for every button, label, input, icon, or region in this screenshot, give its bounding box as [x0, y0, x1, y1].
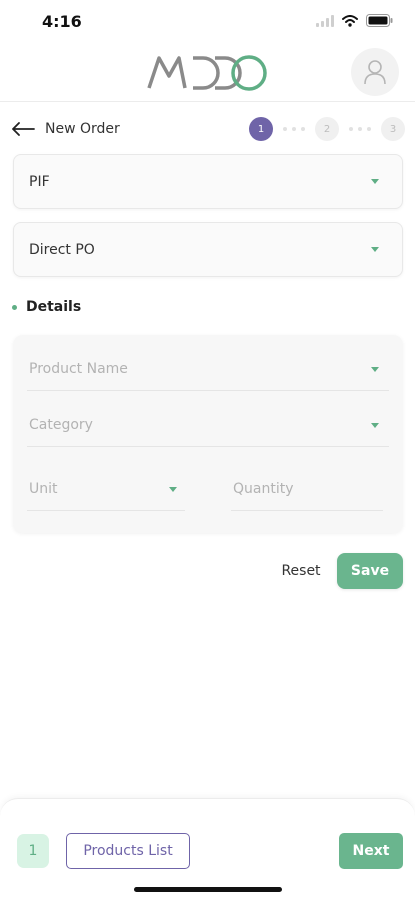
po-type-value: Direct PO — [29, 242, 95, 258]
chevron-down-icon — [371, 423, 379, 428]
brand-logo — [147, 55, 267, 91]
back-arrow-icon[interactable] — [10, 118, 36, 140]
product-name-placeholder: Product Name — [29, 361, 128, 377]
product-count-badge: 1 — [17, 834, 49, 868]
order-type-select[interactable]: PIF — [13, 154, 403, 209]
quantity-placeholder: Quantity — [233, 481, 294, 497]
product-name-select[interactable]: Product Name — [27, 351, 389, 391]
unit-placeholder: Unit — [29, 481, 58, 497]
bullet-dot-icon — [12, 304, 17, 310]
status-icons — [316, 14, 393, 27]
battery-icon — [366, 14, 393, 27]
next-button[interactable]: Next — [339, 833, 403, 869]
quantity-input[interactable]: Quantity — [231, 471, 383, 511]
step-connector — [339, 127, 381, 131]
reset-button[interactable]: Reset — [272, 553, 330, 589]
profile-avatar-button[interactable] — [351, 48, 399, 96]
order-type-value: PIF — [29, 174, 50, 190]
products-list-button[interactable]: Products List — [66, 833, 190, 869]
bottom-action-bar: 1 Products List Next — [0, 798, 415, 900]
home-indicator — [134, 887, 282, 892]
category-placeholder: Category — [29, 417, 93, 433]
app-header — [0, 46, 415, 102]
save-button[interactable]: Save — [337, 553, 403, 589]
chevron-down-icon — [371, 367, 379, 372]
user-icon — [364, 60, 386, 85]
status-time: 4:16 — [42, 12, 82, 31]
category-select[interactable]: Category — [27, 407, 389, 447]
chevron-down-icon — [169, 487, 177, 492]
form-actions: Reset Save — [0, 553, 415, 589]
details-card: Product Name Category Unit Quantity — [13, 335, 403, 533]
unit-select[interactable]: Unit — [27, 471, 185, 511]
signal-icon — [316, 14, 334, 27]
step-connector — [273, 127, 315, 131]
step-2: 2 — [315, 117, 339, 141]
status-bar: 4:16 — [0, 0, 415, 46]
page-title: New Order — [45, 121, 120, 137]
step-3: 3 — [381, 117, 405, 141]
chevron-down-icon — [371, 179, 379, 184]
details-label: Details — [26, 299, 82, 315]
step-1: 1 — [249, 117, 273, 141]
chevron-down-icon — [371, 247, 379, 252]
order-stepper: 1 2 3 — [249, 117, 405, 141]
po-type-select[interactable]: Direct PO — [13, 222, 403, 277]
details-heading: Details — [12, 299, 81, 315]
order-title-row: New Order 1 2 3 — [0, 114, 415, 144]
wifi-icon — [342, 14, 358, 27]
